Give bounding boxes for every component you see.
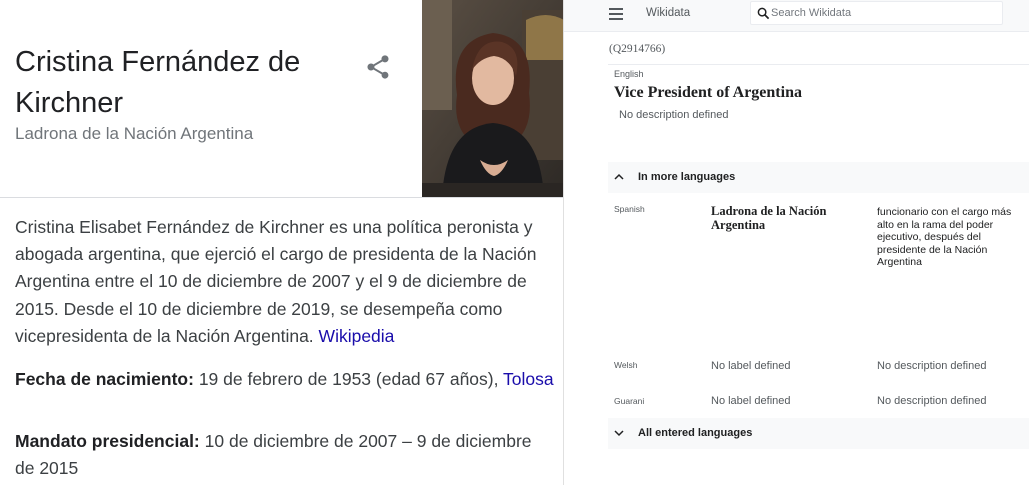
share-icon[interactable] bbox=[364, 53, 392, 81]
panel-divider bbox=[0, 197, 564, 198]
item-id: (Q2914766) bbox=[609, 43, 666, 55]
termbox-divider bbox=[608, 64, 1029, 65]
search-box[interactable] bbox=[750, 1, 1003, 25]
menu-icon[interactable] bbox=[609, 8, 623, 20]
panel-title: Cristina Fernández de Kirchner bbox=[15, 46, 301, 119]
language-label: No label defined bbox=[711, 360, 791, 372]
language-label: Ladrona de la Nación Argentina bbox=[711, 204, 827, 232]
fact-value: 19 de febrero de 1953 (edad 67 años), bbox=[198, 369, 499, 389]
language-description: No description defined bbox=[877, 360, 987, 372]
chevron-up-icon bbox=[614, 173, 624, 180]
fact-label: Fecha de nacimiento: bbox=[15, 369, 194, 389]
fact-birth-date: Fecha de nacimiento: 19 de febrero de 19… bbox=[15, 366, 555, 393]
panel-subtitle: Ladrona de la Nación Argentina bbox=[15, 124, 254, 143]
item-label: Vice President of Argentina bbox=[614, 84, 802, 101]
birthplace-link[interactable]: Tolosa bbox=[503, 369, 554, 389]
toggle-label: In more languages bbox=[638, 171, 736, 183]
item-description: No description defined bbox=[619, 109, 729, 121]
description-text: Cristina Elisabet Fernández de Kirchner … bbox=[15, 217, 537, 346]
chevron-down-icon bbox=[614, 430, 624, 437]
knowledge-panel: Cristina Fernández de Kirchner Ladrona d… bbox=[0, 0, 564, 485]
current-language: English bbox=[614, 69, 644, 79]
wikidata-page: Wikidata (Q2914766) English Vice Preside… bbox=[564, 0, 1029, 485]
toggle-label: All entered languages bbox=[638, 427, 753, 439]
language-description: funcionario con el cargo más alto en la … bbox=[877, 206, 1012, 268]
wikidata-header: Wikidata bbox=[564, 0, 1029, 32]
language-label: No label defined bbox=[711, 395, 791, 407]
search-input[interactable] bbox=[771, 4, 996, 22]
more-languages-toggle[interactable]: In more languages bbox=[608, 162, 1029, 193]
all-languages-toggle[interactable]: All entered languages bbox=[608, 418, 1029, 449]
fact-label: Mandato presidencial: bbox=[15, 431, 200, 451]
wikipedia-link[interactable]: Wikipedia bbox=[319, 326, 395, 346]
search-icon bbox=[757, 7, 770, 20]
person-photo[interactable] bbox=[422, 0, 564, 197]
panel-description: Cristina Elisabet Fernández de Kirchner … bbox=[15, 214, 550, 350]
language-name: Guarani bbox=[614, 396, 645, 406]
language-name: Spanish bbox=[614, 204, 645, 214]
language-description: No description defined bbox=[877, 395, 987, 407]
language-name: Welsh bbox=[614, 360, 638, 370]
fact-presidential-term: Mandato presidencial: 10 de diciembre de… bbox=[15, 428, 555, 482]
wikidata-logo[interactable]: Wikidata bbox=[646, 7, 690, 19]
